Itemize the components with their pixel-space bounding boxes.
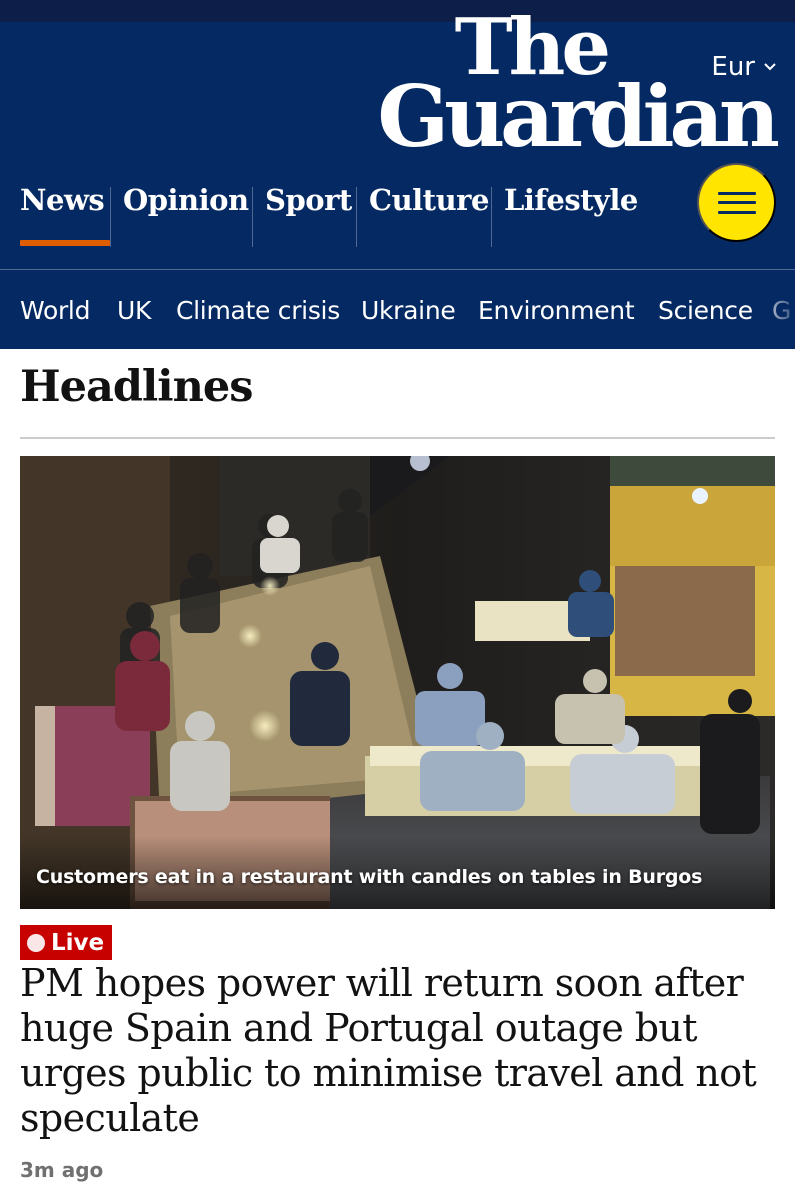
- live-dot-icon: [27, 933, 45, 952]
- section-rule: [20, 437, 775, 439]
- guardian-logo[interactable]: The Guardian: [377, 8, 780, 167]
- lead-headline-link[interactable]: PM hopes power will return soon after hu…: [20, 961, 780, 1141]
- pillar-divider: [356, 187, 357, 247]
- subnav-climate-crisis[interactable]: Climate crisis: [176, 296, 340, 325]
- subnav-environment[interactable]: Environment: [478, 296, 635, 325]
- image-caption: Customers eat in a restaurant with candl…: [36, 866, 703, 888]
- logo-line-2: Guardian: [377, 67, 780, 167]
- live-badge: Live: [20, 925, 113, 960]
- pillar-news[interactable]: News: [20, 177, 105, 247]
- subnav-world[interactable]: World: [20, 296, 90, 325]
- pillar-opinion[interactable]: Opinion: [123, 177, 249, 247]
- pillar-lifestyle[interactable]: Lifestyle: [504, 177, 638, 247]
- pillar-culture[interactable]: Culture: [369, 177, 489, 247]
- pillar-nav: News Opinion Sport Culture Lifestyle: [0, 177, 795, 247]
- pillar-sport[interactable]: Sport: [265, 177, 352, 247]
- lead-image[interactable]: Customers eat in a restaurant with candl…: [20, 456, 775, 909]
- pillar-divider: [491, 187, 492, 247]
- subnav: World UK Climate crisis Ukraine Environm…: [0, 270, 795, 349]
- subnav-ukraine[interactable]: Ukraine: [361, 296, 456, 325]
- live-label: Live: [51, 929, 105, 956]
- menu-button[interactable]: [697, 163, 776, 242]
- subnav-science[interactable]: Science: [658, 296, 753, 325]
- pillar-divider: [110, 187, 111, 247]
- subnav-uk[interactable]: UK: [117, 296, 151, 325]
- active-pillar-indicator: [20, 240, 110, 246]
- hamburger-menu-icon: [717, 191, 756, 214]
- story-timestamp: 3m ago: [20, 1158, 104, 1182]
- subnav-fade: [755, 270, 795, 349]
- section-title: Headlines: [20, 362, 253, 412]
- pillar-divider: [252, 187, 253, 247]
- restaurant-photo: [20, 456, 775, 909]
